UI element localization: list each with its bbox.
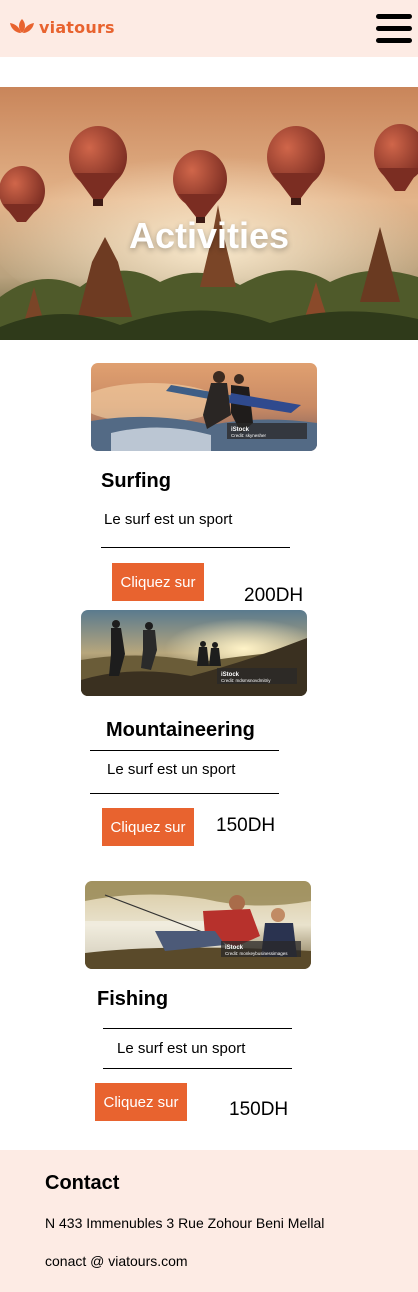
- contact-email[interactable]: conact @ viatours.com: [45, 1253, 188, 1269]
- activity-cta-button[interactable]: Cliquez sur: [112, 563, 204, 601]
- header-bar: viatours: [0, 0, 418, 57]
- hot-air-balloons-image: [0, 87, 418, 340]
- photo-credit: Credit: monkeybusinessimages: [225, 951, 288, 956]
- fishing-photo: iStock Credit: monkeybusinessimages: [85, 881, 311, 969]
- brand-logo[interactable]: viatours: [9, 17, 115, 37]
- surfing-photo: iStock Credit: skynesher: [91, 363, 317, 451]
- activity-price: 150DH: [216, 815, 276, 836]
- footer-contact: Contact N 433 Immenubles 3 Rue Zohour Be…: [0, 1150, 418, 1292]
- divider: [90, 793, 279, 794]
- activity-price: 200DH: [244, 585, 304, 606]
- activity-title: Mountaineering: [106, 719, 255, 741]
- photo-credit: Credit: skynesher: [231, 433, 267, 438]
- activity-title: Surfing: [101, 470, 171, 492]
- divider: [90, 750, 279, 751]
- activity-title: Fishing: [97, 988, 169, 1010]
- hero-banner: Activities: [0, 87, 418, 340]
- photo-credit: Credit: mdsmsnovdmitriy: [221, 678, 271, 683]
- divider: [103, 1068, 292, 1069]
- mountaineering-photo: iStock Credit: mdsmsnovdmitriy: [81, 610, 307, 696]
- activity-cta-button[interactable]: Cliquez sur: [95, 1083, 187, 1121]
- divider: [103, 1028, 292, 1029]
- activity-cta-button[interactable]: Cliquez sur: [102, 808, 194, 846]
- brand-name: viatours: [39, 17, 115, 37]
- contact-heading: Contact: [45, 1172, 120, 1194]
- activity-description: Le surf est un sport: [104, 511, 233, 528]
- contact-address: N 433 Immenubles 3 Rue Zohour Beni Mella…: [45, 1215, 325, 1231]
- divider: [101, 547, 290, 548]
- page-title: Activities: [128, 215, 290, 256]
- activity-description: Le surf est un sport: [107, 761, 236, 778]
- activity-description: Le surf est un sport: [117, 1040, 246, 1057]
- hamburger-menu-icon[interactable]: [376, 14, 412, 44]
- activity-price: 150DH: [229, 1099, 289, 1120]
- lotus-flower-icon: [10, 19, 34, 33]
